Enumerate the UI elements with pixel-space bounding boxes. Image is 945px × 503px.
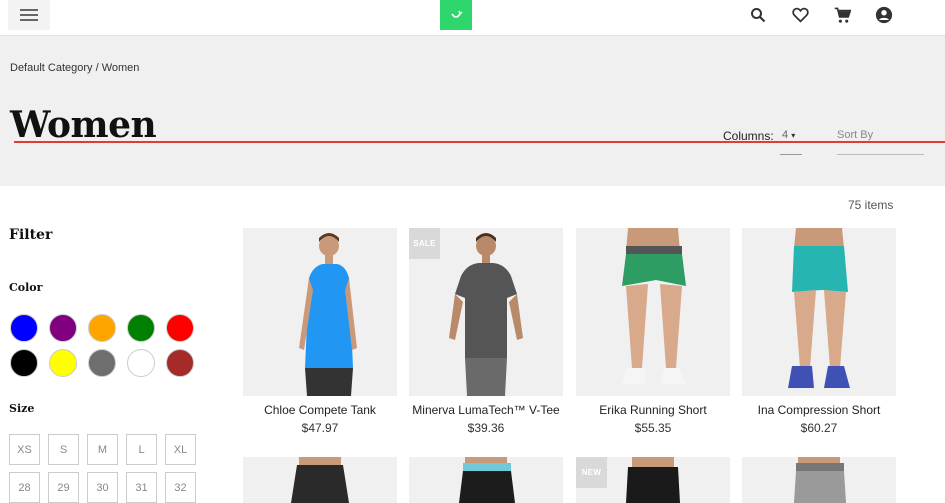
size-option[interactable]: XS (9, 434, 40, 465)
product-card[interactable]: SALE Minerva LumaTech™ V-Tee $39.36 (409, 228, 563, 435)
product-card[interactable] (243, 457, 397, 503)
color-swatch[interactable] (127, 349, 155, 377)
heart-icon[interactable] (790, 5, 810, 25)
filter-title: Filter (9, 227, 53, 243)
columns-select[interactable]: 4 ▾ (780, 129, 802, 155)
size-option[interactable]: 30 (87, 472, 118, 503)
size-option[interactable]: L (126, 434, 157, 465)
color-swatch[interactable] (88, 314, 116, 342)
sale-badge: SALE (409, 228, 440, 259)
size-option[interactable]: M (87, 434, 118, 465)
color-swatch[interactable] (127, 314, 155, 342)
size-filter-title: Size (9, 402, 35, 415)
color-swatch[interactable] (10, 314, 38, 342)
product-card[interactable] (409, 457, 563, 503)
color-swatch[interactable] (166, 314, 194, 342)
breadcrumb-parent-link[interactable]: Default Category (10, 62, 93, 74)
item-count: 75 items (848, 198, 894, 212)
account-icon[interactable] (874, 5, 894, 25)
top-bar (0, 0, 945, 36)
page-title: Women (10, 104, 157, 146)
breadcrumb: Default Category / Women (10, 62, 139, 74)
product-image[interactable] (576, 228, 730, 396)
size-option[interactable]: 31 (126, 472, 157, 503)
product-card[interactable]: NEW (576, 457, 730, 503)
product-card[interactable]: Erika Running Short $55.35 (576, 228, 730, 435)
sort-by-select[interactable]: Sort By (837, 129, 924, 155)
columns-label: Columns: (723, 129, 774, 143)
product-name[interactable]: Erika Running Short (576, 403, 730, 417)
new-badge: NEW (576, 457, 607, 488)
color-swatch[interactable] (88, 349, 116, 377)
breadcrumb-separator: / (92, 62, 102, 74)
product-name[interactable]: Minerva LumaTech™ V-Tee (409, 403, 563, 417)
color-swatch[interactable] (10, 349, 38, 377)
search-icon[interactable] (748, 5, 768, 25)
size-option[interactable]: 29 (48, 472, 79, 503)
product-card[interactable]: Ina Compression Short $60.27 (742, 228, 896, 435)
color-swatch[interactable] (166, 349, 194, 377)
product-price: $47.97 (301, 421, 339, 435)
cart-icon[interactable] (832, 5, 852, 25)
product-image[interactable]: SALE (409, 228, 563, 396)
size-option[interactable]: XL (165, 434, 196, 465)
product-name[interactable]: Chloe Compete Tank (243, 403, 397, 417)
category-hero: Default Category / Women Women Columns: … (0, 36, 945, 186)
color-swatch[interactable] (49, 314, 77, 342)
columns-value: 4 (782, 129, 789, 141)
chevron-down-icon: ▾ (791, 131, 796, 140)
size-option[interactable]: 28 (9, 472, 40, 503)
product-image[interactable] (742, 228, 896, 396)
product-price: $60.27 (800, 421, 838, 435)
title-divider (14, 141, 945, 143)
product-image[interactable] (243, 228, 397, 396)
breadcrumb-current: Women (101, 62, 140, 74)
product-price: $55.35 (634, 421, 672, 435)
shopping-bag-logo-icon[interactable] (440, 0, 472, 30)
product-card[interactable] (742, 457, 896, 503)
hamburger-menu-icon[interactable] (8, 0, 50, 30)
product-card[interactable]: Chloe Compete Tank $47.97 (243, 228, 397, 435)
product-price: $39.36 (467, 421, 505, 435)
color-filter-title: Color (9, 281, 43, 294)
product-name[interactable]: Ina Compression Short (742, 403, 896, 417)
size-option[interactable]: S (48, 434, 79, 465)
color-swatch[interactable] (49, 349, 77, 377)
size-option[interactable]: 32 (165, 472, 196, 503)
